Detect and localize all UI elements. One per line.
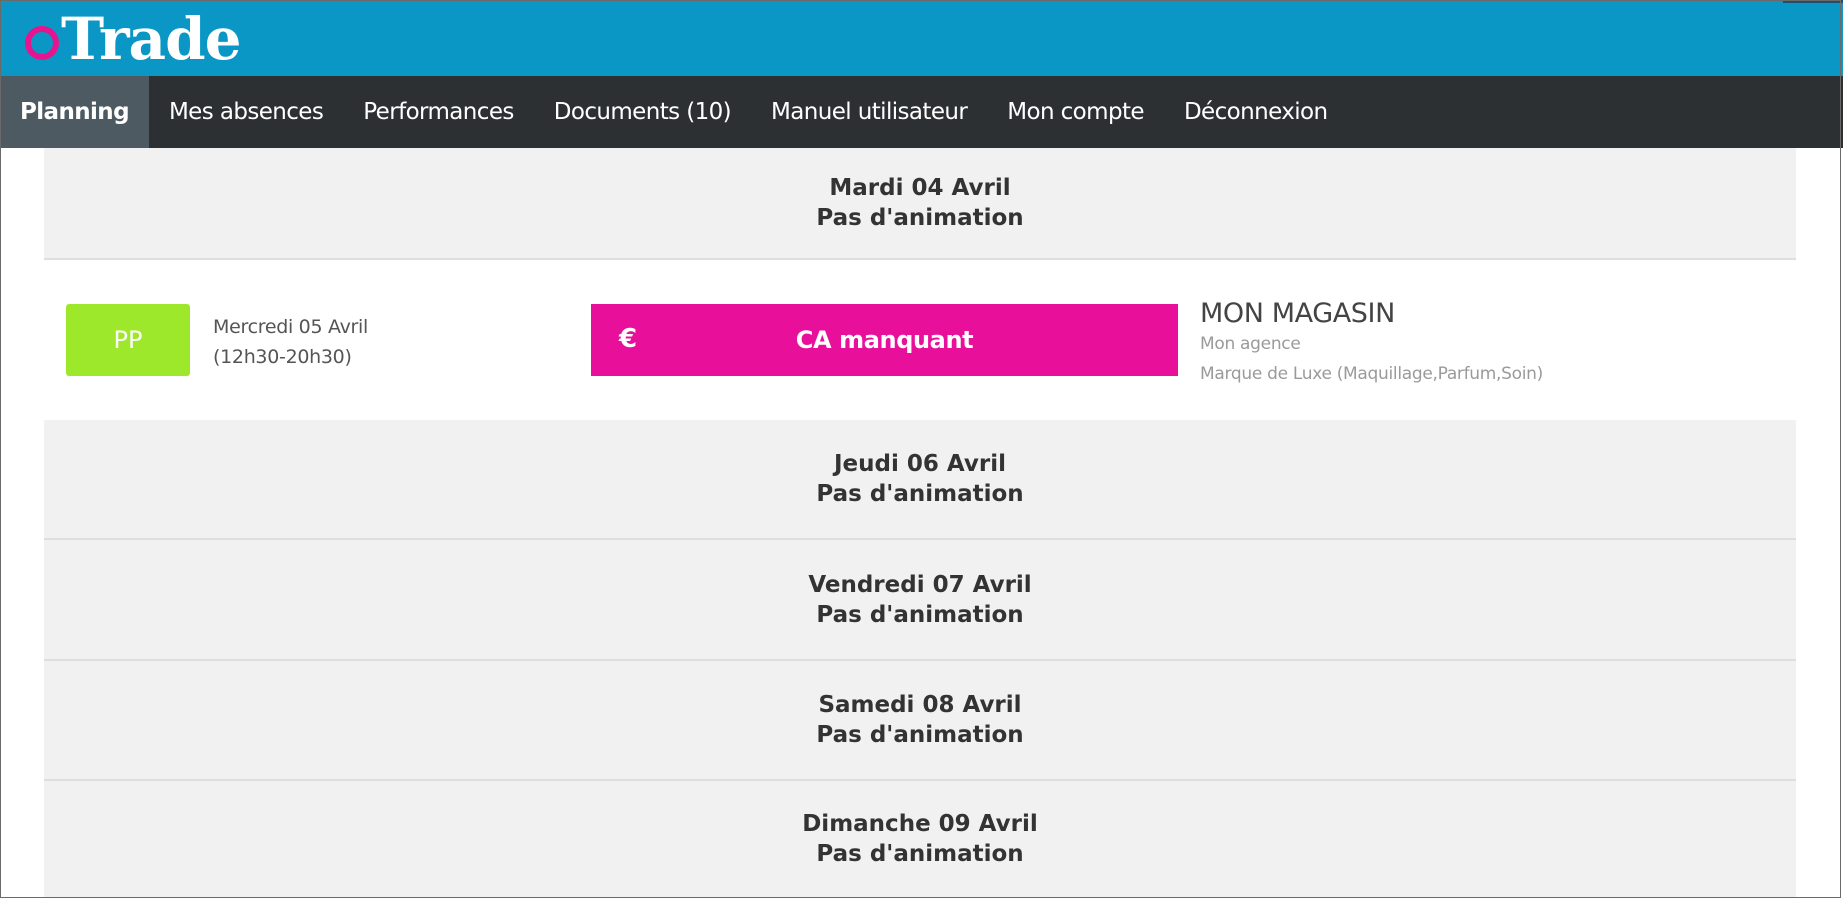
shop-name: MON MAGASIN: [1200, 298, 1395, 329]
nav-item-mon-compte[interactable]: Mon compte: [987, 76, 1164, 148]
nav-item-deconnexion[interactable]: Déconnexion: [1164, 76, 1348, 148]
day-status: Pas d'animation: [816, 722, 1024, 748]
corner-accent: [1783, 0, 1843, 3]
day-date: Mardi 04 Avril: [829, 175, 1011, 201]
day-status: Pas d'animation: [816, 841, 1024, 867]
app-logo[interactable]: Trade: [25, 2, 242, 74]
day-status: Pas d'animation: [816, 481, 1024, 507]
logo-text: Trade: [61, 5, 242, 73]
nav-item-planning[interactable]: Planning: [0, 76, 149, 148]
day-row-samedi-08: Samedi 08 Avril Pas d'animation: [44, 661, 1796, 781]
nav-item-performances[interactable]: Performances: [343, 76, 534, 148]
day-date: Jeudi 06 Avril: [834, 451, 1006, 477]
main-navigation: Planning Mes absences Performances Docum…: [0, 76, 1843, 148]
nav-item-documents[interactable]: Documents (10): [534, 76, 751, 148]
event-day: Mercredi 05 Avril: [213, 316, 368, 338]
ca-manquant-label: CA manquant: [795, 326, 974, 354]
event-date: Mercredi 05 Avril (12h30-20h30): [213, 312, 368, 372]
nav-item-manuel-utilisateur[interactable]: Manuel utilisateur: [751, 76, 987, 148]
event-hours: (12h30-20h30): [213, 346, 352, 368]
ca-manquant-button[interactable]: € CA manquant: [591, 304, 1178, 376]
day-date: Vendredi 07 Avril: [808, 571, 1032, 598]
planning-list: Mardi 04 Avril Pas d'animation PP Mercre…: [44, 148, 1796, 900]
day-row-vendredi-07: Vendredi 07 Avril Pas d'animation: [44, 540, 1796, 661]
day-row-mardi-04: Mardi 04 Avril Pas d'animation: [44, 148, 1796, 260]
day-row-dimanche-09: Dimanche 09 Avril Pas d'animation: [44, 781, 1796, 897]
day-date: Dimanche 09 Avril: [802, 811, 1038, 837]
nav-item-mes-absences[interactable]: Mes absences: [149, 76, 343, 148]
euro-icon: €: [619, 324, 637, 354]
shop-agency: Mon agence: [1200, 334, 1301, 354]
day-row-jeudi-06: Jeudi 06 Avril Pas d'animation: [44, 420, 1796, 540]
event-type-badge: PP: [66, 304, 190, 376]
day-status: Pas d'animation: [816, 205, 1024, 231]
top-header: Trade: [0, 0, 1843, 76]
day-status: Pas d'animation: [816, 601, 1024, 628]
shop-brand: Marque de Luxe (Maquillage,Parfum,Soin): [1200, 364, 1543, 384]
day-date: Samedi 08 Avril: [818, 692, 1022, 718]
logo-circle-icon: [25, 26, 59, 60]
